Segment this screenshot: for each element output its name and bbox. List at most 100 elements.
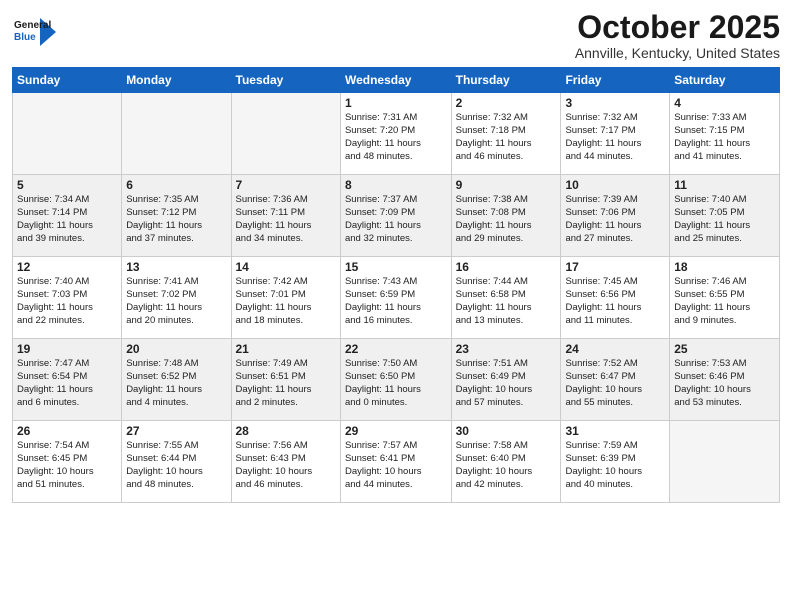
calendar-week-row: 12 Sunrise: 7:40 AM Sunset: 7:03 PM Dayli… (13, 257, 780, 339)
day-number: 17 (565, 260, 665, 274)
calendar-cell: 25Sunrise: 7:53 AM Sunset: 6:46 PM Dayli… (670, 339, 780, 421)
calendar-week-row: 26 Sunrise: 7:54 AM Sunset: 6:45 PM Dayli… (13, 421, 780, 503)
day-number: 18 (674, 260, 775, 274)
day-info: Sunrise: 7:57 AM Sunset: 6:41 PM Dayligh… (345, 440, 447, 491)
calendar-cell: 21 Sunrise: 7:49 AM Sunset: 6:51 PM Dayli… (231, 339, 340, 421)
day-number: 9 (456, 178, 557, 192)
day-info: Sunrise: 7:41 AM Sunset: 7:02 PM Dayligh… (126, 276, 226, 327)
day-info: Sunrise: 7:36 AM Sunset: 7:11 PM Dayligh… (236, 194, 336, 245)
month-title: October 2025 (575, 10, 780, 45)
calendar-week-row: 19Sunrise: 7:47 AM Sunset: 6:54 PM Dayli… (13, 339, 780, 421)
day-number: 15 (345, 260, 447, 274)
calendar-cell: 1 Sunrise: 7:31 AM Sunset: 7:20 PM Daylig… (340, 93, 451, 175)
day-number: 12 (17, 260, 117, 274)
calendar-cell: 23Sunrise: 7:51 AM Sunset: 6:49 PM Dayli… (451, 339, 561, 421)
page-header: General Blue October 2025 Annville, Kent… (12, 10, 780, 61)
calendar-cell: 10 Sunrise: 7:39 AM Sunset: 7:06 PM Dayli… (561, 175, 670, 257)
day-info: Sunrise: 7:58 AM Sunset: 6:40 PM Dayligh… (456, 440, 557, 491)
svg-text:General: General (14, 20, 51, 31)
day-info: Sunrise: 7:40 AM Sunset: 7:03 PM Dayligh… (17, 276, 117, 327)
day-number: 7 (236, 178, 336, 192)
logo-icon: General Blue (12, 14, 56, 50)
calendar-cell (13, 93, 122, 175)
day-number: 26 (17, 424, 117, 438)
day-info: Sunrise: 7:44 AM Sunset: 6:58 PM Dayligh… (456, 276, 557, 327)
calendar-cell (231, 93, 340, 175)
calendar-cell: 17 Sunrise: 7:45 AM Sunset: 6:56 PM Dayli… (561, 257, 670, 339)
calendar-cell: 2 Sunrise: 7:32 AM Sunset: 7:18 PM Daylig… (451, 93, 561, 175)
day-info: Sunrise: 7:50 AM Sunset: 6:50 PM Dayligh… (345, 358, 447, 409)
calendar-cell: 26 Sunrise: 7:54 AM Sunset: 6:45 PM Dayli… (13, 421, 122, 503)
day-number: 25 (674, 342, 775, 356)
day-number: 3 (565, 96, 665, 110)
day-number: 31 (565, 424, 665, 438)
calendar-cell: 4Sunrise: 7:33 AM Sunset: 7:15 PM Daylig… (670, 93, 780, 175)
day-info: Sunrise: 7:31 AM Sunset: 7:20 PM Dayligh… (345, 112, 447, 163)
page-container: General Blue October 2025 Annville, Kent… (0, 0, 792, 511)
day-number: 22 (345, 342, 447, 356)
calendar-cell: 24Sunrise: 7:52 AM Sunset: 6:47 PM Dayli… (561, 339, 670, 421)
day-info: Sunrise: 7:42 AM Sunset: 7:01 PM Dayligh… (236, 276, 336, 327)
day-number: 27 (126, 424, 226, 438)
header-tuesday: Tuesday (231, 68, 340, 93)
calendar-cell: 3Sunrise: 7:32 AM Sunset: 7:17 PM Daylig… (561, 93, 670, 175)
day-number: 23 (456, 342, 557, 356)
header-sunday: Sunday (13, 68, 122, 93)
day-info: Sunrise: 7:49 AM Sunset: 6:51 PM Dayligh… (236, 358, 336, 409)
day-number: 29 (345, 424, 447, 438)
calendar-cell: 19Sunrise: 7:47 AM Sunset: 6:54 PM Dayli… (13, 339, 122, 421)
day-info: Sunrise: 7:56 AM Sunset: 6:43 PM Dayligh… (236, 440, 336, 491)
day-number: 1 (345, 96, 447, 110)
calendar-cell: 20 Sunrise: 7:48 AM Sunset: 6:52 PM Dayli… (122, 339, 231, 421)
header-saturday: Saturday (670, 68, 780, 93)
day-number: 20 (126, 342, 226, 356)
day-info: Sunrise: 7:35 AM Sunset: 7:12 PM Dayligh… (126, 194, 226, 245)
day-info: Sunrise: 7:34 AM Sunset: 7:14 PM Dayligh… (17, 194, 117, 245)
day-number: 2 (456, 96, 557, 110)
day-info: Sunrise: 7:32 AM Sunset: 7:18 PM Dayligh… (456, 112, 557, 163)
calendar-table: Sunday Monday Tuesday Wednesday Thursday… (12, 67, 780, 503)
day-number: 5 (17, 178, 117, 192)
svg-text:Blue: Blue (14, 32, 36, 43)
day-number: 11 (674, 178, 775, 192)
location: Annville, Kentucky, United States (575, 45, 780, 61)
calendar-cell: 14Sunrise: 7:42 AM Sunset: 7:01 PM Dayli… (231, 257, 340, 339)
day-number: 6 (126, 178, 226, 192)
day-info: Sunrise: 7:48 AM Sunset: 6:52 PM Dayligh… (126, 358, 226, 409)
day-info: Sunrise: 7:54 AM Sunset: 6:45 PM Dayligh… (17, 440, 117, 491)
calendar-cell: 22 Sunrise: 7:50 AM Sunset: 6:50 PM Dayli… (340, 339, 451, 421)
calendar-cell: 29 Sunrise: 7:57 AM Sunset: 6:41 PM Dayli… (340, 421, 451, 503)
header-thursday: Thursday (451, 68, 561, 93)
day-info: Sunrise: 7:46 AM Sunset: 6:55 PM Dayligh… (674, 276, 775, 327)
day-number: 28 (236, 424, 336, 438)
day-number: 10 (565, 178, 665, 192)
calendar-cell: 15Sunrise: 7:43 AM Sunset: 6:59 PM Dayli… (340, 257, 451, 339)
calendar-cell: 8Sunrise: 7:37 AM Sunset: 7:09 PM Daylig… (340, 175, 451, 257)
day-info: Sunrise: 7:47 AM Sunset: 6:54 PM Dayligh… (17, 358, 117, 409)
calendar-cell: 27Sunrise: 7:55 AM Sunset: 6:44 PM Dayli… (122, 421, 231, 503)
calendar-cell: 12 Sunrise: 7:40 AM Sunset: 7:03 PM Dayli… (13, 257, 122, 339)
header-monday: Monday (122, 68, 231, 93)
day-info: Sunrise: 7:40 AM Sunset: 7:05 PM Dayligh… (674, 194, 775, 245)
day-number: 21 (236, 342, 336, 356)
calendar-cell: 13Sunrise: 7:41 AM Sunset: 7:02 PM Dayli… (122, 257, 231, 339)
weekday-header-row: Sunday Monday Tuesday Wednesday Thursday… (13, 68, 780, 93)
calendar-cell: 16Sunrise: 7:44 AM Sunset: 6:58 PM Dayli… (451, 257, 561, 339)
calendar-cell: 30 Sunrise: 7:58 AM Sunset: 6:40 PM Dayli… (451, 421, 561, 503)
calendar-week-row: 5 Sunrise: 7:34 AM Sunset: 7:14 PM Daylig… (13, 175, 780, 257)
title-block: October 2025 Annville, Kentucky, United … (575, 10, 780, 61)
calendar-cell: 18 Sunrise: 7:46 AM Sunset: 6:55 PM Dayli… (670, 257, 780, 339)
day-info: Sunrise: 7:38 AM Sunset: 7:08 PM Dayligh… (456, 194, 557, 245)
day-number: 4 (674, 96, 775, 110)
day-info: Sunrise: 7:45 AM Sunset: 6:56 PM Dayligh… (565, 276, 665, 327)
header-wednesday: Wednesday (340, 68, 451, 93)
day-number: 8 (345, 178, 447, 192)
header-friday: Friday (561, 68, 670, 93)
calendar-week-row: 1 Sunrise: 7:31 AM Sunset: 7:20 PM Daylig… (13, 93, 780, 175)
day-number: 30 (456, 424, 557, 438)
day-number: 24 (565, 342, 665, 356)
calendar-cell: 6 Sunrise: 7:35 AM Sunset: 7:12 PM Daylig… (122, 175, 231, 257)
calendar-cell: 9 Sunrise: 7:38 AM Sunset: 7:08 PM Daylig… (451, 175, 561, 257)
day-info: Sunrise: 7:39 AM Sunset: 7:06 PM Dayligh… (565, 194, 665, 245)
calendar-cell: 31Sunrise: 7:59 AM Sunset: 6:39 PM Dayli… (561, 421, 670, 503)
